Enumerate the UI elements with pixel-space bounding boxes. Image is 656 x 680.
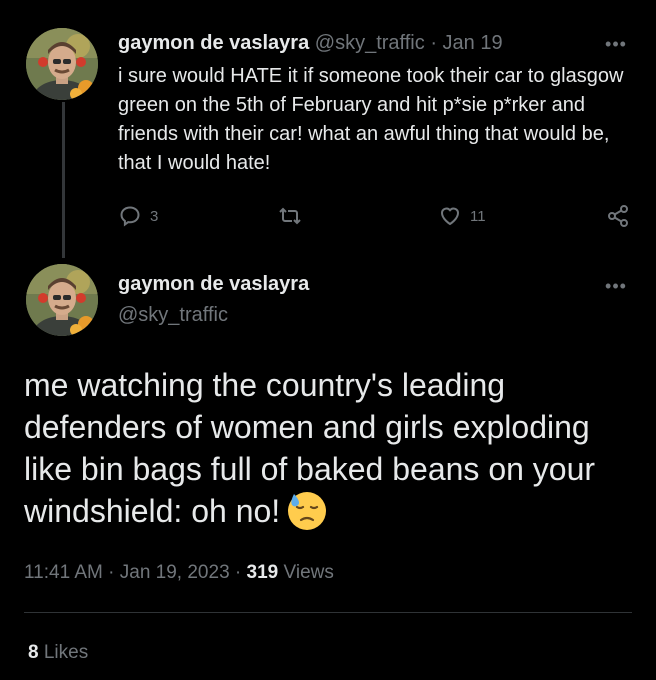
downcast-face-with-sweat-emoji bbox=[288, 492, 327, 530]
tweet-date[interactable]: Jan 19, 2023 bbox=[120, 562, 230, 583]
author-name[interactable]: gaymon de vaslayra bbox=[118, 271, 309, 297]
main-tweet-text: me watching the country's leading defend… bbox=[24, 364, 624, 532]
separator: · bbox=[430, 32, 437, 54]
reply-tweet-actions: 3 11 bbox=[118, 204, 638, 228]
more-icon[interactable]: ••• bbox=[604, 35, 628, 53]
like-button[interactable]: 11 bbox=[438, 204, 486, 228]
tweet-time[interactable]: 11:41 AM bbox=[24, 562, 103, 583]
author-handle[interactable]: @sky_traffic bbox=[315, 32, 425, 54]
tweet-metadata: 11:41 AM · Jan 19, 2023 · 319 Views bbox=[24, 560, 334, 586]
like-icon bbox=[440, 207, 460, 226]
avatar-image bbox=[26, 28, 98, 100]
more-icon[interactable]: ••• bbox=[604, 277, 628, 295]
likes-label: Likes bbox=[43, 642, 89, 663]
likes-count: 8 bbox=[28, 642, 39, 663]
reply-tweet-header: gaymon de vaslayra @sky_traffic · Jan 19 bbox=[118, 30, 503, 56]
like-count: 11 bbox=[470, 207, 486, 225]
thread-connector-line bbox=[62, 102, 65, 258]
divider bbox=[24, 612, 632, 613]
share-icon bbox=[608, 205, 628, 227]
reply-tweet-text: i sure would HATE it if someone took the… bbox=[118, 65, 624, 174]
avatar[interactable] bbox=[26, 28, 98, 100]
reply-icon bbox=[120, 206, 140, 227]
separator: · bbox=[234, 562, 242, 583]
views-label: Views bbox=[283, 562, 334, 583]
retweet-button[interactable] bbox=[278, 204, 302, 228]
tweet-date[interactable]: Jan 19 bbox=[443, 32, 503, 54]
separator: · bbox=[108, 562, 115, 583]
likes-summary[interactable]: 8 Likes bbox=[28, 640, 88, 666]
author-name[interactable]: gaymon de vaslayra bbox=[118, 32, 309, 54]
author-handle[interactable]: @sky_traffic bbox=[118, 302, 228, 328]
reply-count: 3 bbox=[150, 207, 159, 225]
views-count: 319 bbox=[246, 562, 279, 583]
avatar[interactable] bbox=[26, 264, 98, 336]
retweet-icon bbox=[279, 207, 301, 225]
avatar-image bbox=[26, 264, 98, 336]
share-button[interactable] bbox=[606, 204, 630, 228]
tweet-thread-view: gaymon de vaslayra @sky_traffic · Jan 19… bbox=[0, 0, 656, 680]
reply-button[interactable]: 3 bbox=[118, 204, 158, 228]
